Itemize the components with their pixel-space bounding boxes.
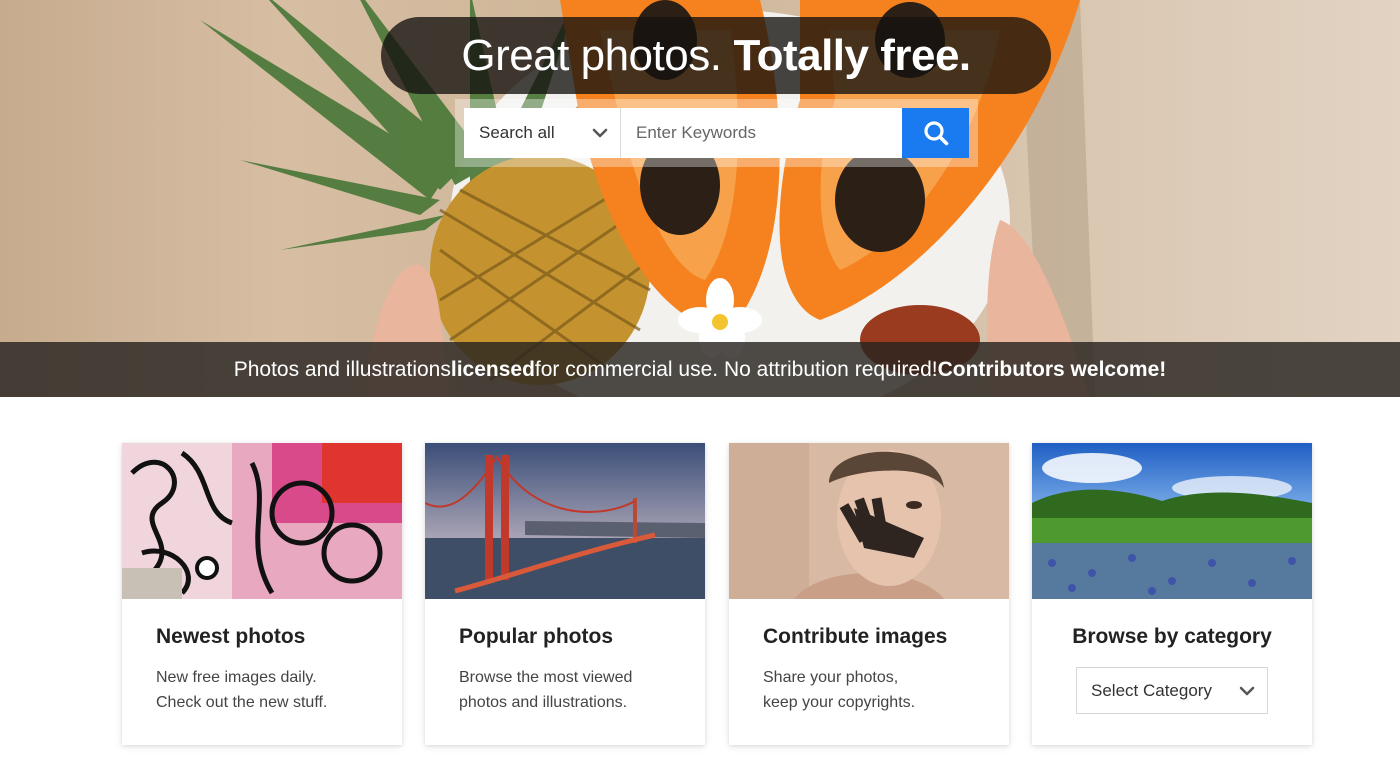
card-text-line: keep your copyrights. [763,694,916,711]
chevron-down-icon [592,128,608,138]
card-title: Newest photos [156,625,306,648]
card-title: Popular photos [459,625,613,648]
card-text-line: New free images daily. [156,669,317,686]
card-contribute-images[interactable]: Contribute images Share your photos, kee… [729,443,1009,745]
headline-bold: Totally free. [733,30,971,80]
card-title: Contribute images [763,625,948,648]
card-popular-photos[interactable]: Popular photos Browse the most viewed ph… [425,443,705,745]
card-text-line: Share your photos, [763,669,899,686]
category-select-value: Select Category [1091,680,1212,700]
card-newest-photos[interactable]: Newest photos New free images daily. Che… [122,443,402,745]
card-description: New free images daily. Check out the new… [122,649,402,715]
search-icon [923,121,948,146]
card-text-line: photos and illustrations. [459,694,628,711]
card-text-line: Browse the most viewed [459,669,633,686]
search-input[interactable] [621,108,902,158]
card-title: Browse by category [1072,625,1272,648]
hero-banner: Great photos. Totally free. Search all P… [0,0,1400,397]
card-browse-category: Browse by category Select Category [1032,443,1312,745]
band-text-1: Photos and illustrations [233,357,451,381]
search-button[interactable] [902,108,969,158]
hero-headline: Great photos. Totally free. [381,17,1051,94]
band-bold-licensed[interactable]: licensed [451,358,535,382]
chevron-down-icon [1239,686,1255,695]
painted-face-thumbnail [729,443,1009,599]
headline-regular: Great photos. [461,30,722,80]
search-bar: Search all [455,99,978,167]
search-scope-value: Search all [479,123,555,142]
band-bold-contributors[interactable]: Contributors welcome! [938,358,1167,382]
search-scope-select[interactable]: Search all [464,108,621,158]
golden-gate-thumbnail [425,443,705,599]
card-text-line: Check out the new stuff. [156,694,328,711]
card-description: Browse the most viewed photos and illust… [425,649,705,715]
search-row: Search all [464,108,969,158]
card-description: Share your photos, keep your copyrights. [729,649,1009,715]
band-text-2: for commercial use. No attribution requi… [534,357,938,381]
meadow-thumbnail [1032,443,1312,599]
graffiti-thumbnail [122,443,402,599]
category-select[interactable]: Select Category [1076,667,1268,714]
license-banner: Photos and illustrations licensed for co… [0,342,1400,397]
